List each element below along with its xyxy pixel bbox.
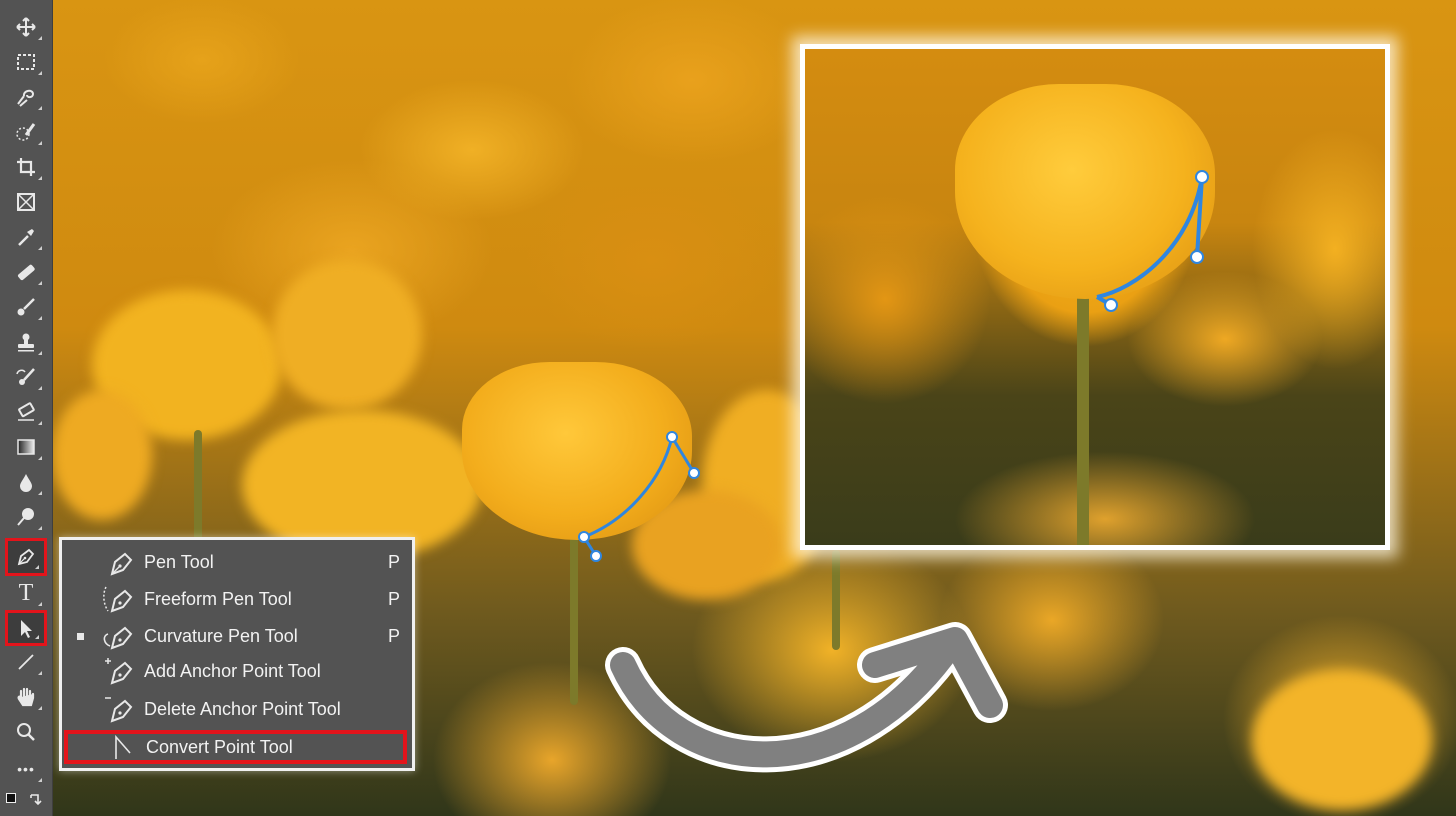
shortcut-key: P	[387, 625, 400, 646]
menu-item-freeform-pen-tool[interactable]: Freeform Pen Tool P	[62, 581, 412, 617]
move-icon	[16, 17, 36, 37]
type-tool[interactable]: T	[5, 576, 47, 610]
menu-item-label: Delete Anchor Point Tool	[144, 698, 341, 719]
quick-selection-tool[interactable]	[5, 115, 47, 149]
curve-segment	[1096, 176, 1204, 299]
menu-item-label: Add Anchor Point Tool	[144, 660, 321, 681]
arrow-icon	[21, 620, 32, 638]
dodge-tool[interactable]	[5, 500, 47, 534]
gradient-icon	[17, 439, 35, 455]
frame-tool[interactable]	[5, 185, 47, 219]
handle-point	[1190, 250, 1204, 264]
convert-point-icon	[115, 734, 131, 759]
hand-icon	[17, 687, 35, 707]
pen-tool-flyout-menu: Pen Tool P Freeform Pen Tool P Curvature…	[59, 537, 415, 771]
history-brush-tool[interactable]	[5, 360, 47, 394]
brush-tool[interactable]	[5, 290, 47, 324]
anchor-point	[1195, 170, 1209, 184]
healing-brush-tool[interactable]	[5, 255, 47, 289]
menu-item-pen-tool[interactable]: Pen Tool P	[62, 544, 412, 580]
eyedropper-icon	[18, 229, 34, 246]
more-icon: •••	[17, 761, 35, 777]
dodge-icon	[17, 508, 34, 526]
eyedropper-tool[interactable]	[5, 220, 47, 254]
menu-item-label: Freeform Pen Tool	[144, 588, 292, 609]
marquee-icon	[17, 54, 35, 70]
hand-tool[interactable]	[5, 680, 47, 714]
eraser-tool[interactable]	[5, 395, 47, 429]
curved-arrow-icon	[605, 622, 1008, 773]
stamp-icon	[18, 333, 34, 352]
curvature-pen-icon	[103, 626, 133, 650]
handle-point	[590, 550, 602, 562]
bandage-icon	[17, 264, 35, 281]
quick-selection-icon	[16, 123, 36, 141]
line-tool[interactable]	[5, 645, 47, 679]
type-icon: T	[18, 579, 34, 606]
frame-icon	[17, 193, 35, 211]
brush-icon	[17, 298, 35, 316]
menu-item-label: Convert Point Tool	[146, 736, 293, 757]
tools-panel: T •••	[0, 0, 53, 816]
path-selection-tool[interactable]	[5, 610, 47, 646]
crop-tool[interactable]	[5, 150, 47, 184]
shortcut-key: P	[387, 551, 400, 572]
magnetic-lasso-icon	[17, 89, 35, 107]
handle-point	[688, 467, 700, 479]
freeform-pen-icon	[103, 586, 133, 613]
line-icon	[18, 654, 34, 670]
menu-item-label: Curvature Pen Tool	[144, 625, 298, 646]
default-colors-icon[interactable]	[6, 793, 20, 807]
lasso-tool[interactable]	[5, 80, 47, 114]
add-anchor-point-icon	[105, 658, 133, 685]
zoomed-path-overlay	[1096, 170, 1209, 312]
direction-handle	[670, 436, 696, 474]
curve-segment	[583, 436, 674, 539]
move-tool[interactable]	[5, 10, 47, 44]
magnifier-icon	[17, 723, 35, 741]
eraser-icon	[18, 402, 35, 421]
menu-item-add-anchor-point-tool[interactable]: Add Anchor Point Tool	[62, 653, 412, 689]
menu-item-convert-point-tool[interactable]: Convert Point Tool	[64, 730, 407, 764]
anchor-point	[666, 431, 678, 443]
menu-item-curvature-pen-tool[interactable]: Curvature Pen Tool P	[62, 618, 412, 654]
rectangular-marquee-tool[interactable]	[5, 45, 47, 79]
active-tool-indicator	[77, 632, 84, 640]
zoom-tool[interactable]	[5, 715, 47, 749]
zoomed-inset-image	[800, 44, 1390, 550]
history-brush-icon	[16, 368, 35, 385]
menu-item-label: Pen Tool	[144, 551, 214, 572]
pen-icon	[17, 548, 35, 566]
gradient-tool[interactable]	[5, 430, 47, 464]
shortcut-key: P	[387, 588, 400, 609]
pen-tool[interactable]	[5, 538, 47, 576]
drop-icon	[20, 474, 32, 492]
menu-item-delete-anchor-point-tool[interactable]: Delete Anchor Point Tool	[62, 691, 412, 727]
delete-anchor-point-icon	[105, 697, 133, 723]
handle-point	[1104, 298, 1118, 312]
swap-colors-icon[interactable]	[28, 792, 44, 808]
blur-tool[interactable]	[5, 465, 47, 499]
crop-icon	[17, 158, 35, 176]
clone-stamp-tool[interactable]	[5, 325, 47, 359]
foreground-color-swatch[interactable]	[6, 793, 16, 803]
anchor-point	[578, 531, 590, 543]
pen-icon	[110, 552, 133, 576]
edit-toolbar-button[interactable]: •••	[5, 752, 47, 786]
